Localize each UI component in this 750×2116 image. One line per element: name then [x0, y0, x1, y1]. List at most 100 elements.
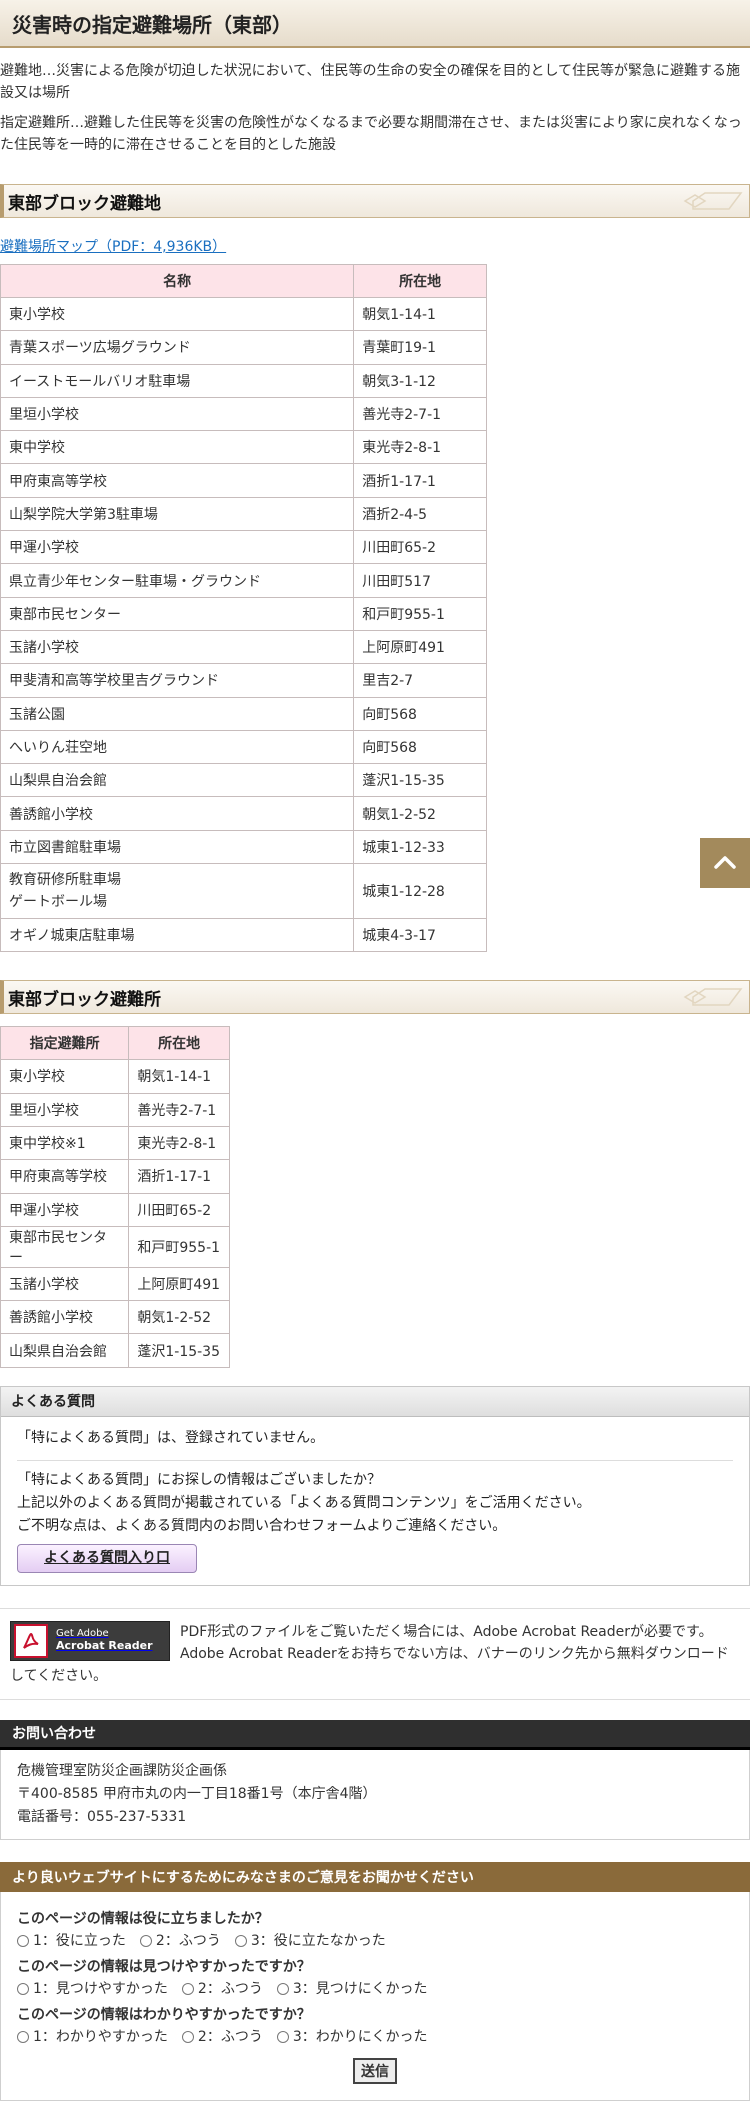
- cell-address: 朝気1-14-1: [128, 1059, 230, 1094]
- radio-button[interactable]: [181, 2030, 194, 2043]
- radio-button[interactable]: [181, 1982, 194, 1995]
- cell-name: 甲運小学校: [0, 1192, 130, 1227]
- cell-name: 東小学校: [0, 296, 355, 332]
- cell-name: 里垣小学校: [0, 396, 355, 432]
- option-label: 3：見つけにくかった: [292, 1980, 428, 1997]
- contact-heading: お問い合わせ: [0, 1719, 750, 1750]
- get-acrobat-banner[interactable]: Get Adobe Acrobat Reader: [10, 1620, 170, 1661]
- cell-name: 甲府東高等学校: [0, 463, 355, 498]
- cell-name: 玉諸小学校: [0, 1266, 130, 1302]
- cell-name: 善誘館小学校: [0, 1300, 130, 1335]
- cell-address: 川田町65-2: [353, 530, 487, 565]
- intro-paragraph: 避難地…災害による危険が切迫した状況において、住民等の生命の安全の確保を目的とし…: [0, 63, 741, 101]
- table-row: 甲斐清和高等学校里吉グラウンド 里吉2-7: [0, 663, 487, 698]
- option-label: 1：役に立った: [33, 1932, 126, 1949]
- option-label: 2：ふつう: [197, 1980, 263, 1997]
- option-label: 1：見つけやすかった: [33, 1980, 168, 1997]
- feedback-option[interactable]: 1：役に立った: [17, 1930, 126, 1952]
- table-row: 玉諸小学校 上阿原町491: [0, 1266, 230, 1302]
- cell-address: 上阿原町491: [353, 629, 487, 665]
- radio-button[interactable]: [17, 1934, 29, 1947]
- cell-name: 山梨学院大学第3駐車場: [0, 496, 355, 532]
- cell-address: 城東1-12-28: [353, 863, 487, 920]
- table-row: 東部市民センター 和戸町955-1: [0, 1225, 230, 1268]
- evacuation-map-link[interactable]: 避難場所マップ（PDF：4,936KB）: [0, 236, 226, 256]
- table-row: オギノ城東店駐車場 城東4-3-17: [0, 918, 487, 953]
- feedback-option[interactable]: 1：見つけやすかった: [17, 1978, 168, 2000]
- table-row: 山梨県自治会館 蓬沢1-15-35: [0, 763, 487, 798]
- page-top-button[interactable]: [700, 838, 750, 888]
- faq-line: 「特によくある質問」にお探しの情報はございましたか？: [17, 1471, 381, 1488]
- cell-name: 里垣小学校: [0, 1092, 130, 1127]
- table-row: 善誘館小学校 朝気1-2-52: [0, 796, 487, 831]
- cell-name: 教育研修所駐車場 ゲートボール場: [0, 863, 355, 920]
- table-row: 甲府東高等学校 酒折1-17-1: [0, 463, 487, 498]
- section-heading-text: 東部ブロック避難所: [8, 989, 161, 1010]
- feedback-option[interactable]: 2：ふつう: [181, 2026, 263, 2048]
- faq-none-text: 「特によくある質問」は、登録されていません。: [17, 1429, 325, 1446]
- option-label: 3：役に立たなかった: [250, 1932, 386, 1949]
- table-row: 玉諸公園 向町568: [0, 696, 487, 731]
- contact-phone: 電話番号：055-237-5331: [17, 1808, 187, 1825]
- cell-name: イーストモールバリオ駐車場: [0, 363, 355, 398]
- cell-address: 酒折2-4-5: [353, 496, 487, 532]
- faq-entrance-button[interactable]: よくある質問入り口: [17, 1543, 197, 1573]
- radio-button[interactable]: [17, 2030, 29, 2043]
- table-row: 東小学校 朝気1-14-1: [0, 296, 487, 332]
- feedback-option[interactable]: 3：わかりにくかった: [276, 2026, 427, 2048]
- table-row: 東中学校 東光寺2-8-1: [0, 430, 487, 465]
- table-row: 青葉スポーツ広場グラウンド 青葉町19-1: [0, 330, 487, 365]
- cell-name: 東中学校※1: [0, 1125, 130, 1161]
- radio-button[interactable]: [234, 1934, 247, 1947]
- cell-address: 里吉2-7: [353, 663, 487, 698]
- table-header-row: 名称 所在地: [0, 264, 487, 298]
- radio-button[interactable]: [17, 1982, 29, 1995]
- table-row: 教育研修所駐車場 ゲートボール場 城東1-12-28: [0, 863, 487, 920]
- cell-address: 酒折1-17-1: [128, 1159, 230, 1194]
- cell-address: 川田町517: [353, 563, 487, 598]
- feedback-panel: より良いウェブサイトにするためにみなさまのご意見をお聞かせください このページの…: [0, 1861, 750, 2101]
- table-row: 里垣小学校 善光寺2-7-1: [0, 396, 487, 432]
- option-label: 1：わかりやすかった: [33, 2028, 168, 2045]
- cell-name: 玉諸小学校: [0, 629, 355, 665]
- cell-address: 善光寺2-7-1: [353, 396, 487, 432]
- cell-name: へいりん荘空地: [0, 729, 355, 765]
- cell-name: 玉諸公園: [0, 696, 355, 731]
- faq-line: ご不明な点は、よくある質問内のお問い合わせフォームよりご連絡ください。: [17, 1517, 507, 1534]
- table-row: 甲運小学校 川田町65-2: [0, 1192, 230, 1227]
- badge-line-2: Acrobat Reader: [56, 1639, 153, 1653]
- cell-address: 城東4-3-17: [353, 918, 487, 953]
- cell-name: 山梨県自治会館: [0, 1333, 130, 1368]
- acrobat-notice: Get Adobe Acrobat Reader PDF形式のファイルをご覧いた…: [0, 1607, 750, 1700]
- table-row: 甲運小学校 川田町65-2: [0, 530, 487, 565]
- cell-name: 甲運小学校: [0, 530, 355, 565]
- intro-paragraph: 指定避難所…避難した住民等を災害の危険性がなくなるまで必要な期間滞在させ、または…: [0, 115, 742, 153]
- contact-address: 〒400-8585 甲府市丸の内一丁目18番1号（本庁舎4階）: [17, 1785, 377, 1802]
- cell-address: 東光寺2-8-1: [353, 430, 487, 465]
- cell-name: 青葉スポーツ広場グラウンド: [0, 330, 355, 365]
- feedback-question: このページの情報は役に立ちましたか？: [17, 1910, 269, 1927]
- option-label: 2：ふつう: [197, 2028, 263, 2045]
- cell-name: 東部市民センター: [0, 1225, 130, 1268]
- cell-address: 蓬沢1-15-35: [353, 763, 487, 798]
- feedback-option[interactable]: 1：わかりやすかった: [17, 2026, 168, 2048]
- radio-button[interactable]: [276, 1982, 289, 1995]
- feedback-option[interactable]: 2：ふつう: [139, 1930, 221, 1952]
- radio-button[interactable]: [139, 1934, 152, 1947]
- submit-button[interactable]: 送信: [353, 2057, 397, 2084]
- intro: 避難地…災害による危険が切迫した状況において、住民等の生命の安全の確保を目的とし…: [0, 48, 750, 156]
- cell-address: 蓬沢1-15-35: [128, 1333, 230, 1368]
- chevron-up-icon: [714, 856, 736, 869]
- cell-name: 東小学校: [0, 1059, 130, 1094]
- cell-address: 酒折1-17-1: [353, 463, 487, 498]
- contact-department: 危機管理室防災企画課防災企画係: [17, 1762, 227, 1779]
- feedback-option[interactable]: 2：ふつう: [181, 1978, 263, 2000]
- radio-button[interactable]: [276, 2030, 289, 2043]
- cell-address: 川田町65-2: [128, 1192, 230, 1227]
- table-row: 善誘館小学校 朝気1-2-52: [0, 1300, 230, 1335]
- cell-address: 朝気1-2-52: [128, 1300, 230, 1335]
- cell-address: 善光寺2-7-1: [128, 1092, 230, 1127]
- divider: [17, 1459, 733, 1461]
- feedback-option[interactable]: 3：役に立たなかった: [234, 1930, 386, 1952]
- feedback-option[interactable]: 3：見つけにくかった: [276, 1978, 428, 2000]
